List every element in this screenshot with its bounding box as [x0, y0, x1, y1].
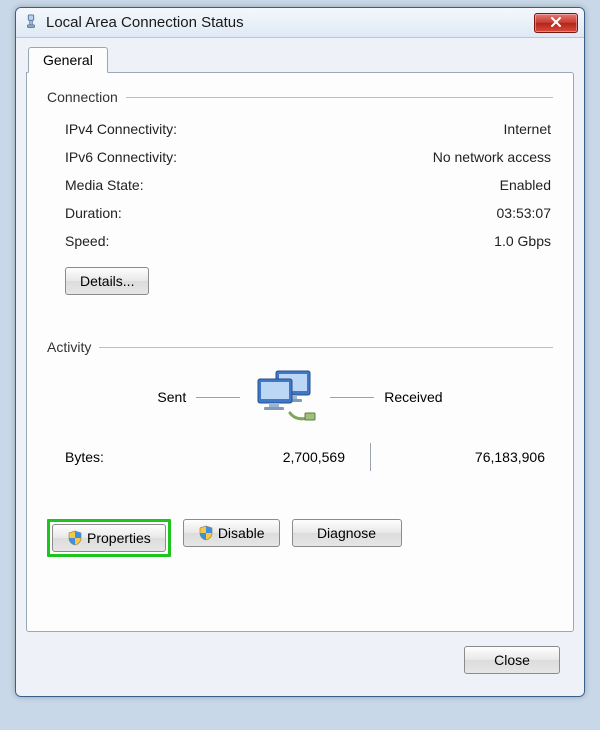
- divider: [345, 443, 395, 471]
- disable-button[interactable]: Disable: [183, 519, 280, 547]
- divider: [99, 347, 553, 348]
- row-ipv6: IPv6 Connectivity: No network access: [47, 143, 553, 171]
- ipv6-value: No network access: [433, 149, 551, 165]
- sent-label: Sent: [157, 389, 186, 405]
- activity-visual: Sent: [47, 369, 553, 425]
- media-state-value: Enabled: [500, 177, 551, 193]
- client-area: General Connection IPv4 Connectivity: In…: [16, 38, 584, 696]
- ipv6-label: IPv6 Connectivity:: [65, 149, 177, 165]
- properties-button[interactable]: Properties: [52, 524, 166, 552]
- row-ipv4: IPv4 Connectivity: Internet: [47, 115, 553, 143]
- disable-button-label: Disable: [218, 525, 265, 541]
- received-label: Received: [384, 389, 442, 405]
- close-icon: [550, 16, 562, 30]
- titlebar: Local Area Connection Status: [16, 8, 584, 38]
- bytes-sent-value: 2,700,569: [215, 449, 345, 465]
- bytes-received-value: 76,183,906: [395, 449, 551, 465]
- close-button-label: Close: [494, 652, 530, 668]
- activity-group-header: Activity: [47, 339, 553, 355]
- ipv4-value: Internet: [504, 121, 551, 137]
- speed-label: Speed:: [65, 233, 109, 249]
- diagnose-button[interactable]: Diagnose: [292, 519, 402, 547]
- dialog-footer: Close: [26, 632, 574, 690]
- connection-status-window: Local Area Connection Status General Con…: [15, 7, 585, 697]
- highlight-annotation: Properties: [47, 519, 171, 557]
- bytes-label: Bytes:: [65, 449, 215, 465]
- tab-general-label: General: [43, 52, 93, 68]
- tabpanel-general: Connection IPv4 Connectivity: Internet I…: [26, 72, 574, 632]
- close-button[interactable]: Close: [464, 646, 560, 674]
- speed-value: 1.0 Gbps: [494, 233, 551, 249]
- row-media-state: Media State: Enabled: [47, 171, 553, 199]
- divider: [330, 397, 374, 398]
- tabstrip: General: [26, 46, 574, 72]
- details-button[interactable]: Details...: [65, 267, 149, 295]
- uac-shield-icon: [198, 525, 214, 541]
- tab-general[interactable]: General: [28, 47, 108, 73]
- details-button-label: Details...: [80, 273, 134, 289]
- duration-value: 03:53:07: [497, 205, 552, 221]
- action-button-row: Properties Disable Diagnose: [47, 519, 553, 557]
- divider: [126, 97, 553, 98]
- row-duration: Duration: 03:53:07: [47, 199, 553, 227]
- network-computers-icon: [250, 369, 320, 425]
- window-close-button[interactable]: [534, 13, 578, 33]
- bytes-row: Bytes: 2,700,569 76,183,906: [47, 435, 553, 475]
- activity-header-label: Activity: [47, 339, 99, 355]
- divider: [196, 397, 240, 398]
- diagnose-button-label: Diagnose: [317, 525, 376, 541]
- media-state-label: Media State:: [65, 177, 144, 193]
- duration-label: Duration:: [65, 205, 122, 221]
- network-adapter-icon: [22, 14, 40, 32]
- properties-button-label: Properties: [87, 530, 151, 546]
- window-title: Local Area Connection Status: [46, 14, 534, 31]
- connection-header-label: Connection: [47, 89, 126, 105]
- ipv4-label: IPv4 Connectivity:: [65, 121, 177, 137]
- row-speed: Speed: 1.0 Gbps: [47, 227, 553, 255]
- uac-shield-icon: [67, 530, 83, 546]
- connection-group-header: Connection: [47, 89, 553, 105]
